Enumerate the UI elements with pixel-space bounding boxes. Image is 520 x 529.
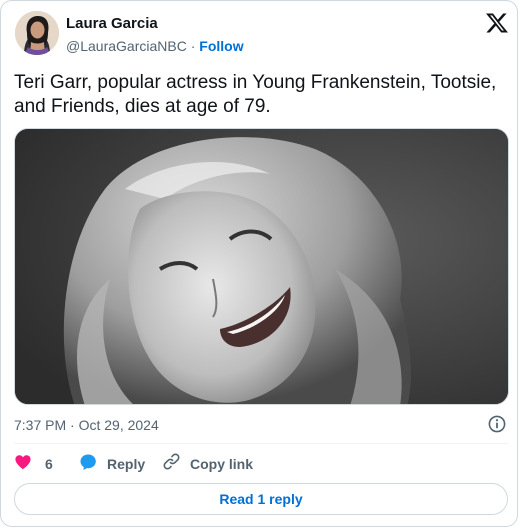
tweet-meta-row: 7:37 PM · Oct 29, 2024 [14,415,508,435]
read-replies-button[interactable]: Read 1 reply [14,483,508,515]
tweet-embed-card: Laura Garcia @LauraGarciaNBC · Follow Te… [0,0,518,527]
reply-button[interactable]: Reply [78,453,145,475]
tweet-header: Laura Garcia @LauraGarciaNBC · Follow [13,11,509,57]
author-handle-line: @LauraGarciaNBC · Follow [66,37,244,55]
x-logo-icon[interactable] [485,11,509,35]
tweet-actions: 6 Reply Copy link [14,453,508,475]
info-icon[interactable] [488,415,506,433]
tweet-text: Teri Garr, popular actress in Young Fran… [14,72,497,117]
author-avatar[interactable] [15,11,59,55]
reply-bubble-icon [78,452,98,477]
copy-link-label: Copy link [190,456,254,472]
link-icon [162,452,181,476]
heart-icon [14,453,32,476]
tweet-timestamp[interactable]: 7:37 PM · Oct 29, 2024 [14,416,159,434]
handle-separator: · [186,38,200,54]
follow-link[interactable]: Follow [199,38,243,54]
copy-link-button[interactable]: Copy link [162,453,253,475]
author-handle[interactable]: @LauraGarciaNBC [66,38,187,54]
tweet-divider [14,443,508,444]
tweet-photo[interactable] [14,128,509,405]
reply-label: Reply [107,456,146,472]
like-count: 6 [45,456,53,472]
author-name[interactable]: Laura Garcia [66,15,158,33]
like-button[interactable]: 6 [14,453,53,475]
